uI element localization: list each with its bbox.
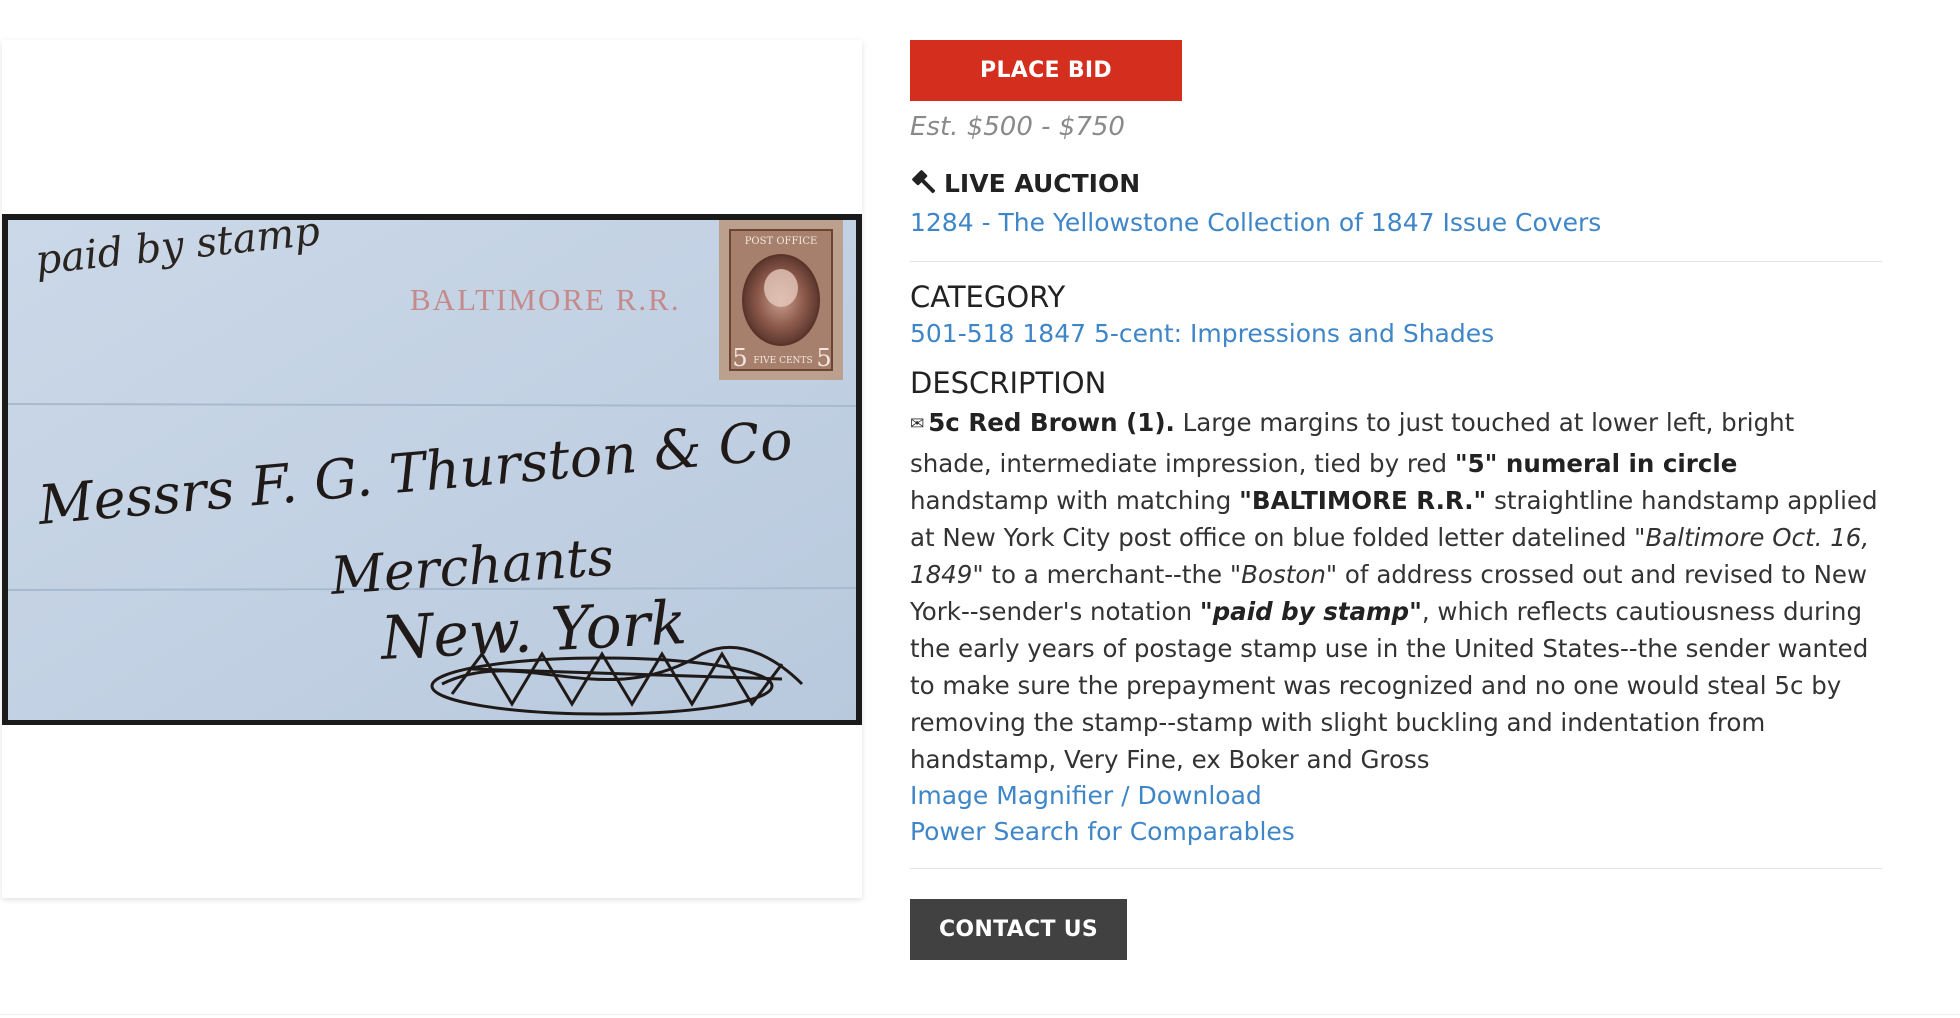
live-auction-label: LIVE AUCTION [944,168,1141,198]
category-heading: CATEGORY [910,280,1066,314]
gavel-icon [912,170,936,194]
desc-bold: "5" numeral in circle [1454,449,1738,478]
desc-italic: "Boston" [1229,560,1338,589]
description-heading: DESCRIPTION [910,366,1107,400]
image-magnifier-link[interactable]: Image Magnifier / Download [910,778,1882,814]
auction-link[interactable]: 1284 - The Yellowstone Collection of 184… [910,205,1882,241]
stamp-numeral-right: 5 [816,344,831,372]
power-search-link[interactable]: Power Search for Comparables [910,814,1882,850]
section-divider [910,868,1882,869]
lot-details: PLACE BID Est. $500 - $750 LIVE AUCTION … [910,40,1882,960]
desc-bold: "BALTIMORE R.R." [1239,486,1487,515]
description-text: ✉ 5c Red Brown (1). Large margins to just… [910,404,1882,778]
desc-bold-italic: "paid by stamp" [1199,597,1422,626]
lot-image-panel: paid by stamp BALTIMORE R.R. POST OFFICE… [2,40,862,898]
section-divider [910,261,1882,262]
postage-stamp: POST OFFICE FIVE CENTS 5 5 [719,220,843,380]
baltimore-handstamp: BALTIMORE R.R. [410,282,681,317]
desc-title-bold: 5c Red Brown (1). [928,408,1175,437]
contact-us-button[interactable]: CONTACT US [910,899,1127,960]
envelope-icon: ✉ [910,414,925,434]
desc-part: to a merchant--the [983,560,1230,589]
stamp-numeral-left: 5 [732,344,747,372]
category-link[interactable]: 501-518 1847 5-cent: Impressions and Sha… [910,319,1494,348]
estimate-text: Est. $500 - $750 [910,112,1125,142]
stamp-top-text: POST OFFICE [745,236,818,247]
cover-svg: paid by stamp BALTIMORE R.R. POST OFFICE… [7,214,857,720]
footer-divider [0,1014,1960,1015]
cover-photo[interactable]: paid by stamp BALTIMORE R.R. POST OFFICE… [2,214,862,725]
description-links: Image Magnifier / Download Power Search … [910,778,1882,850]
place-bid-button[interactable]: PLACE BID [910,40,1182,101]
live-auction-heading: LIVE AUCTION [910,165,1882,201]
stamp-bottom-text: FIVE CENTS [753,356,812,366]
desc-part: handstamp with matching [910,486,1240,515]
